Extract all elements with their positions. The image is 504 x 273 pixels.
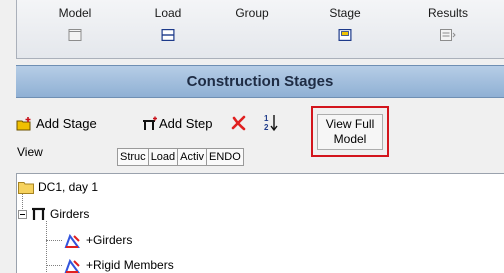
view-label: View (17, 145, 43, 159)
stage-toolbar: Add Stage Add Step 1 2 (16, 112, 504, 134)
tree-connector (46, 240, 62, 241)
tree-node-stage-label: DC1, day 1 (38, 180, 99, 194)
tab-results[interactable]: Results (405, 0, 491, 58)
tree-node-item-label: +Girders (86, 233, 133, 247)
add-step-icon (143, 116, 157, 130)
sort-icon: 1 2 (264, 114, 278, 132)
svg-text:1: 1 (264, 114, 269, 123)
main-tab-bar: Model Load Group Stage Results (16, 0, 504, 59)
tree-connector (46, 265, 62, 266)
section-header: Construction Stages (16, 65, 504, 98)
collapse-toggle-icon[interactable] (18, 209, 27, 219)
stage-tab-icon (338, 29, 352, 41)
tree-node-item[interactable]: +Girders (64, 231, 132, 249)
view-tab-endo[interactable]: ENDO (206, 148, 244, 166)
delete-icon (231, 115, 246, 130)
results-tab-icon (440, 29, 456, 41)
stage-tree[interactable]: DC1, day 1 Girders +Girders +Rigid Membe… (16, 173, 504, 273)
tab-model-label: Model (58, 6, 92, 20)
add-stage-button[interactable]: Add Stage (16, 112, 97, 134)
folder-icon (18, 181, 34, 194)
sort-button[interactable]: 1 2 (264, 112, 278, 134)
view-tabs: Struc Load Activ ENDO (117, 148, 244, 166)
view-tab-struc[interactable]: Struc (117, 148, 148, 166)
view-full-model-line-1: View Full (325, 117, 375, 131)
tab-group[interactable]: Group (213, 0, 291, 58)
tree-node-group[interactable]: Girders (18, 205, 89, 223)
tab-stage-label: Stage (329, 6, 361, 20)
tab-load[interactable]: Load (131, 0, 205, 58)
tree-node-stage[interactable]: DC1, day 1 (18, 178, 98, 196)
svg-text:2: 2 (264, 123, 269, 132)
view-full-model-line-2: Model (333, 132, 367, 146)
girder-step-icon (32, 207, 45, 220)
tree-node-group-label: Girders (50, 207, 90, 221)
view-tab-load[interactable]: Load (147, 148, 178, 166)
view-full-model-highlight: View Full Model (311, 106, 389, 157)
add-step-label: Add Step (159, 115, 213, 131)
add-stage-label: Add Stage (36, 115, 97, 131)
load-tab-icon (161, 29, 175, 41)
add-elements-icon (64, 233, 80, 248)
section-title: Construction Stages (186, 73, 334, 90)
model-tab-icon (68, 29, 82, 41)
tab-group-label: Group (235, 6, 269, 20)
tab-model[interactable]: Model (31, 0, 119, 58)
add-elements-icon (64, 258, 80, 273)
add-stage-icon (16, 116, 31, 130)
tree-node-item-label: +Rigid Members (86, 258, 174, 272)
delete-button[interactable] (230, 112, 247, 134)
tab-results-label: Results (427, 6, 468, 20)
tab-load-label: Load (154, 6, 182, 20)
view-full-model-button[interactable]: View Full Model (317, 114, 383, 150)
tree-node-item[interactable]: +Rigid Members (64, 256, 174, 273)
tab-stage[interactable]: Stage (301, 0, 389, 58)
add-step-button[interactable]: Add Step (142, 112, 213, 134)
view-tab-activ[interactable]: Activ (177, 148, 207, 166)
